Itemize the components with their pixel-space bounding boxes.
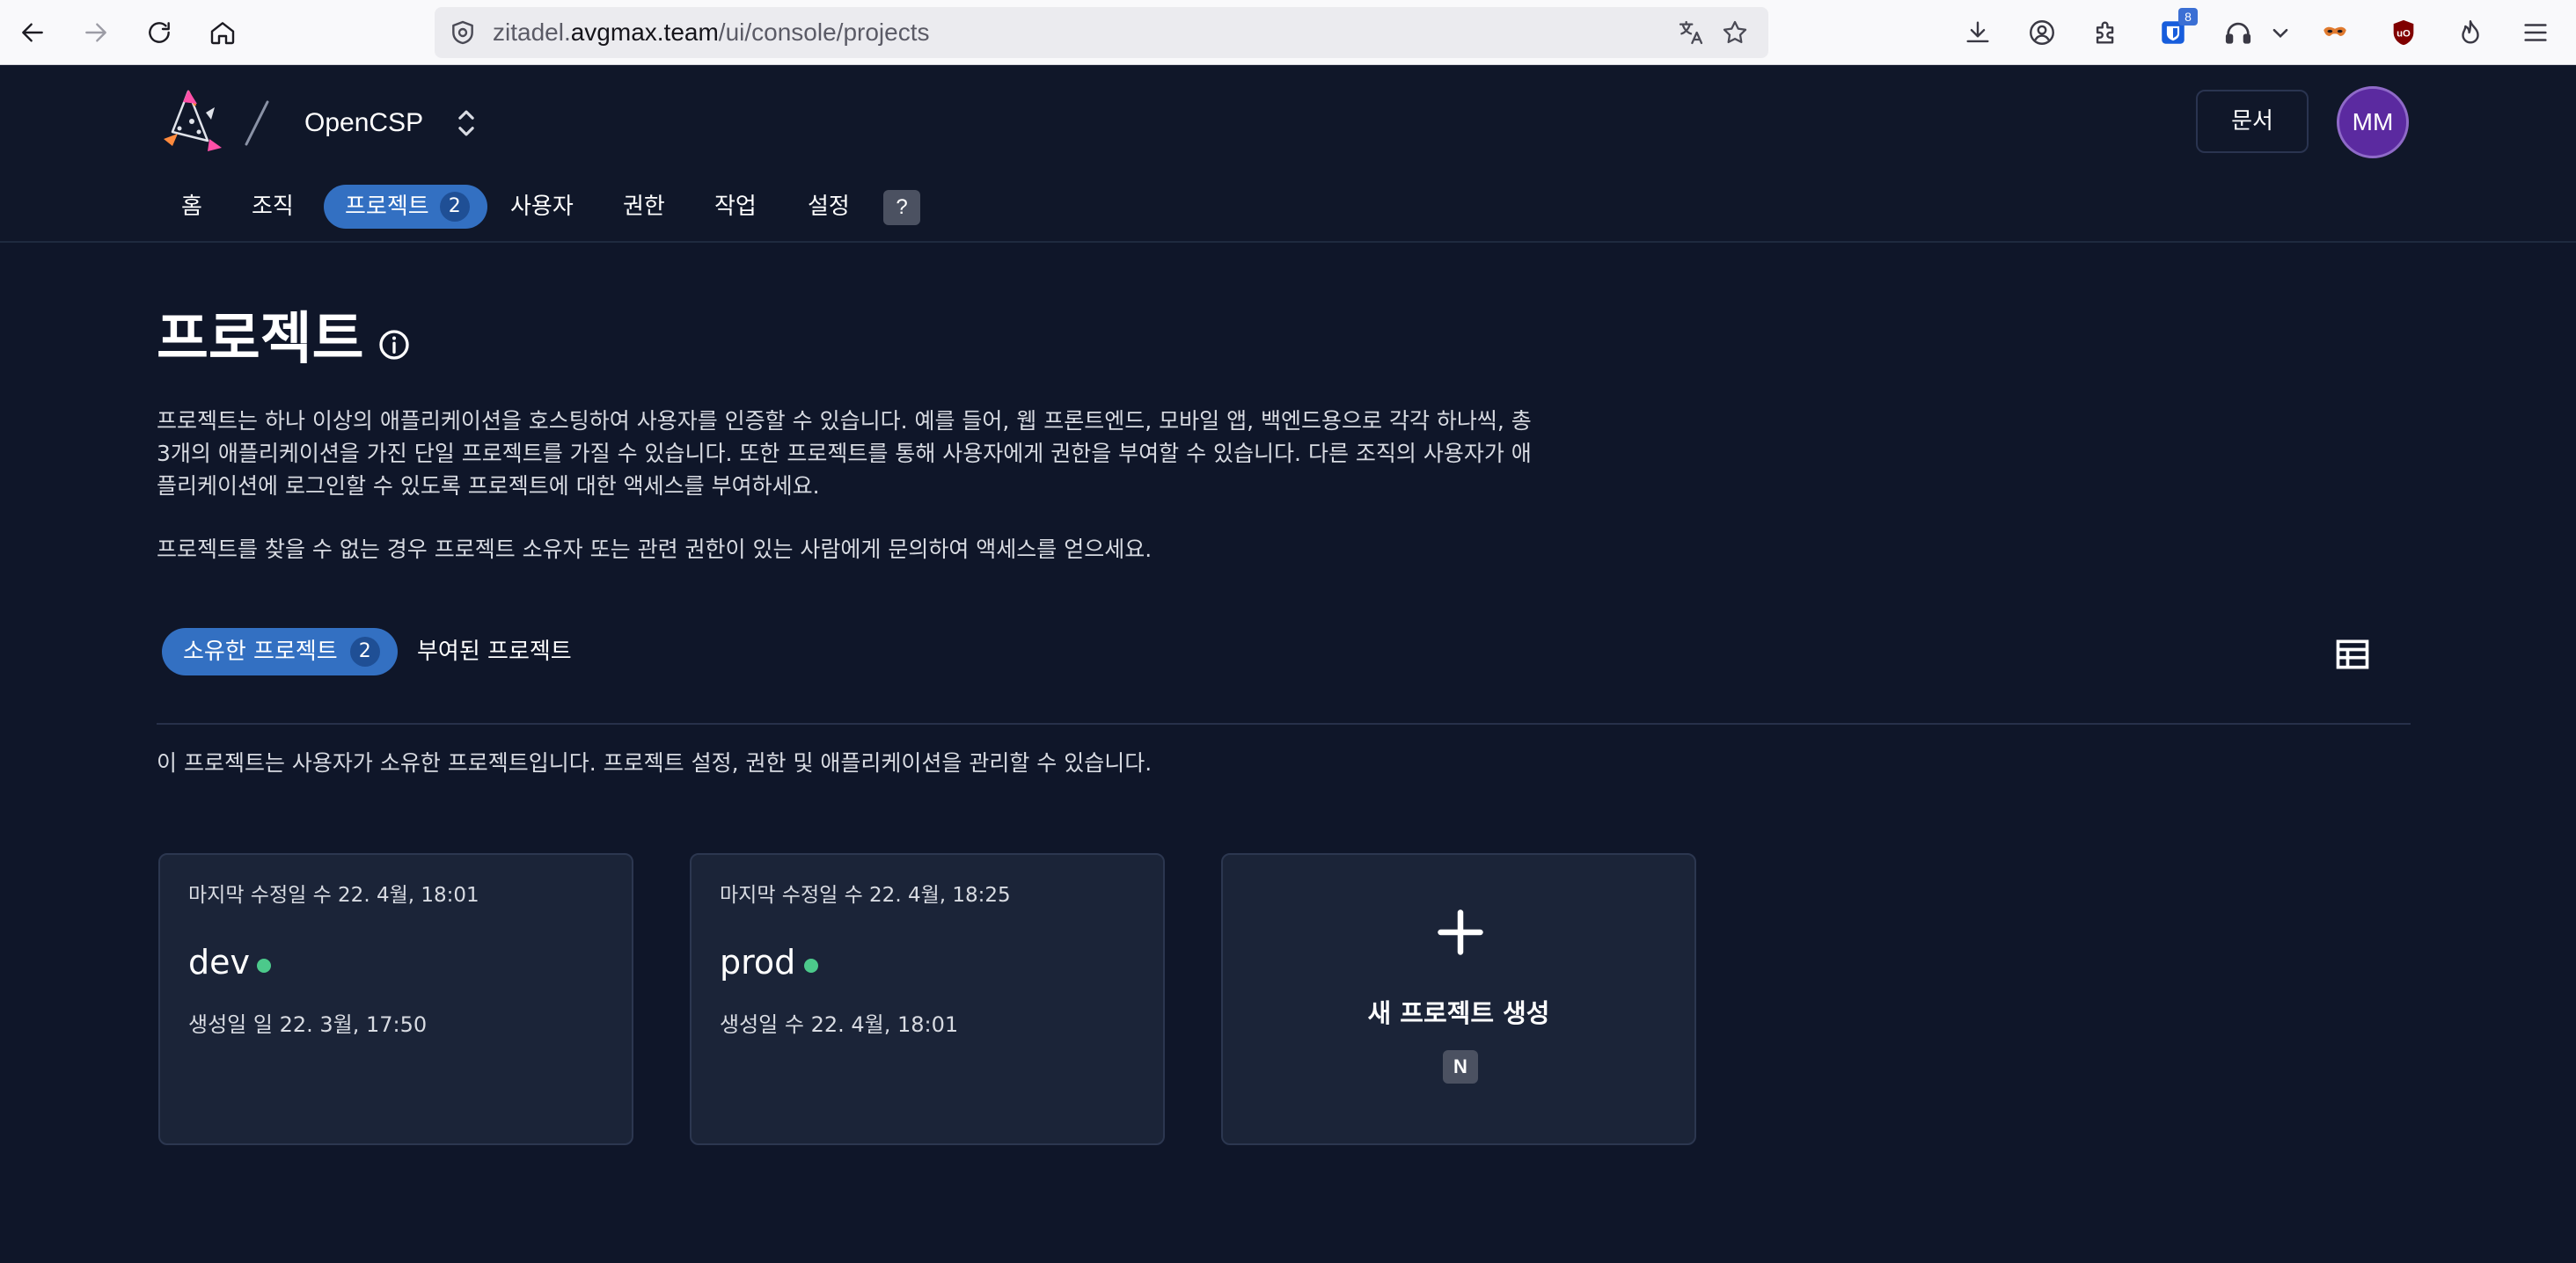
mask-extension[interactable] [2316, 13, 2354, 52]
tab-granted-projects[interactable]: 부여된 프로젝트 [417, 628, 572, 675]
extensions-button[interactable] [2087, 13, 2126, 52]
keyboard-shortcut-badge: N [1443, 1050, 1478, 1084]
plus-icon [1438, 909, 1483, 955]
description-line: 플리케이션에 로그인할 수 있도록 프로젝트에 대한 액세스를 부여하세요. [157, 473, 820, 499]
downloads-button[interactable] [1958, 13, 1997, 52]
tab-owned-projects[interactable]: 소유한 프로젝트 2 [162, 628, 398, 675]
card-project-name: dev [188, 943, 250, 982]
avatar[interactable]: MM [2337, 86, 2409, 158]
translate-icon[interactable] [1677, 18, 1705, 47]
breadcrumb-slash-icon [245, 100, 269, 146]
headphones-icon [2225, 22, 2251, 44]
project-card-prod[interactable]: 마지막 수정일 수 22. 4월, 18:25 prod 생성일 수 22. 4… [690, 853, 1165, 1145]
status-active-icon [257, 959, 271, 973]
nav-item-settings[interactable]: 설정 [808, 185, 850, 229]
extension-dropdown[interactable] [2263, 13, 2298, 52]
app-header: OpenCSP 문서 MM 홈 조직 프로젝트 2 사용자 권한 작업 설정 ? [0, 65, 2576, 243]
shield-icon [452, 20, 473, 45]
ublock-shield-icon: uO [2393, 19, 2414, 46]
info-icon[interactable] [377, 327, 412, 362]
flame-icon [2462, 20, 2479, 44]
bookmark-star-icon[interactable] [1721, 18, 1749, 47]
address-bar[interactable]: zitadel.avgmax.team/ui/console/projects [435, 7, 1768, 58]
arrow-left-icon [22, 23, 43, 42]
card-project-name: prod [720, 943, 796, 982]
account-icon [2030, 20, 2054, 45]
tab-label: 소유한 프로젝트 [183, 639, 338, 665]
card-modified-date: 마지막 수정일 수 22. 4월, 18:25 [720, 884, 1011, 907]
owned-count-badge: 2 [349, 637, 380, 667]
page-description: 프로젝트는 하나 이상의 애플리케이션을 호스팅하여 사용자를 인증할 수 있습… [157, 405, 1564, 502]
project-tabs: 소유한 프로젝트 2 부여된 프로젝트 [157, 628, 1036, 681]
svg-text:uO: uO [2397, 28, 2411, 39]
description-line: 프로젝트는 하나 이상의 애플리케이션을 호스팅하여 사용자를 인증할 수 있습… [157, 408, 1532, 434]
card-modified-date: 마지막 수정일 수 22. 4월, 18:01 [188, 884, 479, 907]
home-icon [210, 22, 235, 45]
account-button[interactable] [2023, 13, 2061, 52]
table-view-icon[interactable] [2333, 635, 2372, 674]
nav-item-actions[interactable]: 작업 [714, 185, 757, 229]
extension-badge: 8 [2178, 8, 2198, 26]
main-content: 프로젝트 프로젝트는 하나 이상의 애플리케이션을 호스팅하여 사용자를 인증할… [0, 243, 2576, 1263]
nav-item-projects[interactable]: 프로젝트 2 [324, 185, 487, 229]
home-button[interactable] [202, 12, 243, 53]
reload-icon [149, 22, 170, 43]
nav-item-label: 프로젝트 [345, 193, 429, 220]
nav-item-organization[interactable]: 조직 [252, 185, 294, 229]
page-title: 프로젝트 [157, 307, 364, 372]
reload-button[interactable] [139, 12, 179, 53]
arrow-right-icon [85, 23, 106, 42]
menu-button[interactable] [2516, 13, 2555, 52]
mask-icon [2324, 26, 2346, 36]
forward-button[interactable] [76, 12, 116, 53]
create-project-card[interactable]: 새 프로젝트 생성 N [1221, 853, 1696, 1145]
card-created-date: 생성일 수 22. 4월, 18:01 [720, 1012, 959, 1037]
hamburger-menu-icon [2524, 24, 2547, 41]
zitadel-logo-icon[interactable] [157, 86, 231, 160]
tab-description: 이 프로젝트는 사용자가 소유한 프로젝트입니다. 프로젝트 설정, 권한 및 … [157, 750, 1153, 776]
page-description-access: 프로젝트를 찾을 수 없는 경우 프로젝트 소유자 또는 관련 권한이 있는 사… [157, 537, 1153, 562]
docs-button[interactable]: 문서 [2196, 90, 2309, 153]
help-button[interactable]: ? [883, 190, 920, 225]
status-active-icon [804, 959, 818, 973]
chevron-down-icon [2272, 28, 2288, 39]
project-count-badge: 2 [439, 192, 470, 222]
org-switch-chevrons-icon[interactable] [450, 106, 482, 141]
tab-divider [157, 723, 2411, 725]
download-icon [1966, 21, 1989, 43]
create-project-label: 새 프로젝트 생성 [1367, 998, 1550, 1028]
back-button[interactable] [12, 12, 53, 53]
bitwarden-extension[interactable]: 8 [2154, 8, 2198, 52]
description-line: 3개의 애플리케이션을 가진 단일 프로젝트를 가질 수 있습니다. 또한 프로… [157, 441, 1532, 466]
nav-item-authorizations[interactable]: 권한 [623, 185, 665, 229]
main-nav: 홈 조직 프로젝트 2 사용자 권한 작업 설정 ? [0, 185, 1056, 237]
browser-toolbar: zitadel.avgmax.team/ui/console/projects … [0, 0, 2576, 65]
project-card-dev[interactable]: 마지막 수정일 수 22. 4월, 18:01 dev 생성일 일 22. 3월… [158, 853, 633, 1145]
puzzle-icon [2096, 21, 2114, 44]
headphone-extension[interactable] [2219, 13, 2258, 52]
url-text: zitadel.avgmax.team/ui/console/projects [493, 18, 930, 46]
card-created-date: 생성일 일 22. 3월, 17:50 [188, 1012, 428, 1037]
flame-extension[interactable] [2451, 13, 2490, 52]
org-name[interactable]: OpenCSP [304, 106, 423, 141]
nav-item-home[interactable]: 홈 [181, 185, 202, 229]
nav-item-users[interactable]: 사용자 [510, 185, 574, 229]
ublock-extension[interactable]: uO [2384, 13, 2423, 52]
